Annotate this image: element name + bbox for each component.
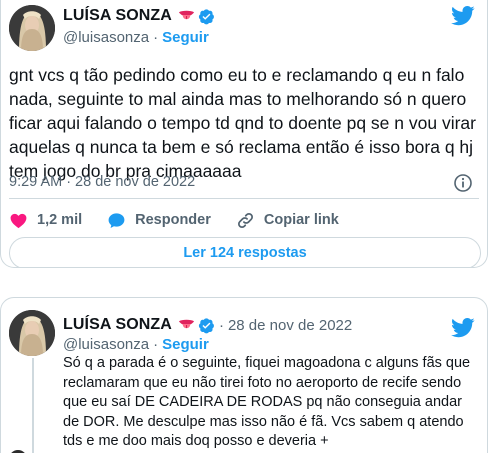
separator-dot: ·	[153, 336, 159, 353]
twitter-bird-icon[interactable]	[451, 318, 475, 338]
author-name[interactable]: LUÍSA SONZA	[63, 316, 172, 334]
tongue-emoji-icon	[178, 319, 195, 329]
like-button[interactable]: 1,2 mil	[9, 211, 82, 230]
separator-dot: ·	[66, 174, 72, 190]
separator-dot: ·	[218, 316, 224, 334]
speech-bubble-icon	[108, 212, 125, 228]
twitter-bird-icon[interactable]	[451, 6, 475, 26]
tweet-card-1: LUÍSA SONZA @luisasonza · Seguir gnt vcs q…	[0, 0, 488, 268]
thread-line	[32, 358, 34, 453]
tweet-card-2: LUÍSA SONZA · 28 de nov de 2022 @luisason…	[0, 297, 488, 453]
tweet-date: 28 de nov de 2022	[75, 174, 196, 190]
copy-link-button[interactable]: Copiar link	[236, 211, 339, 230]
separator-dot: ·	[153, 29, 159, 46]
tweet-text: Só q a parada é o seguinte, fiquei magoa…	[63, 355, 471, 449]
follow-button[interactable]: Seguir	[162, 29, 209, 46]
author-handle[interactable]: @luisasonza	[63, 29, 149, 46]
info-icon[interactable]	[453, 173, 473, 193]
author-avatar[interactable]	[9, 5, 55, 51]
tweet-time: 9:29 AM	[9, 174, 63, 190]
verified-badge-icon	[198, 8, 214, 24]
avatar-image	[9, 5, 55, 51]
tongue-emoji-icon	[178, 10, 195, 20]
copy-link-label: Copiar link	[263, 212, 339, 228]
divider	[9, 198, 479, 199]
read-replies-button[interactable]: Ler 124 respostas	[9, 237, 481, 267]
tweet-timestamp[interactable]: 9:29 AM · 28 de nov de 2022	[9, 174, 195, 190]
link-icon	[237, 212, 253, 228]
tweet-text: gnt vcs q tão pedindo como eu to e recla…	[9, 65, 476, 181]
author-name[interactable]: LUÍSA SONZA	[63, 7, 172, 25]
author-handle[interactable]: @luisasonza	[63, 336, 149, 353]
reply-button[interactable]: Responder	[107, 211, 211, 230]
author-avatar[interactable]	[9, 310, 55, 356]
like-count: 1,2 mil	[37, 212, 83, 228]
verified-badge-icon	[198, 317, 214, 333]
reply-label: Responder	[135, 212, 211, 228]
avatar-image	[9, 310, 55, 356]
tweet-actions: 1,2 mil Responder Copiar link	[9, 209, 364, 231]
tweet-date[interactable]: 28 de nov de 2022	[228, 317, 352, 334]
follow-button[interactable]: Seguir	[162, 336, 209, 353]
heart-icon	[10, 213, 27, 228]
